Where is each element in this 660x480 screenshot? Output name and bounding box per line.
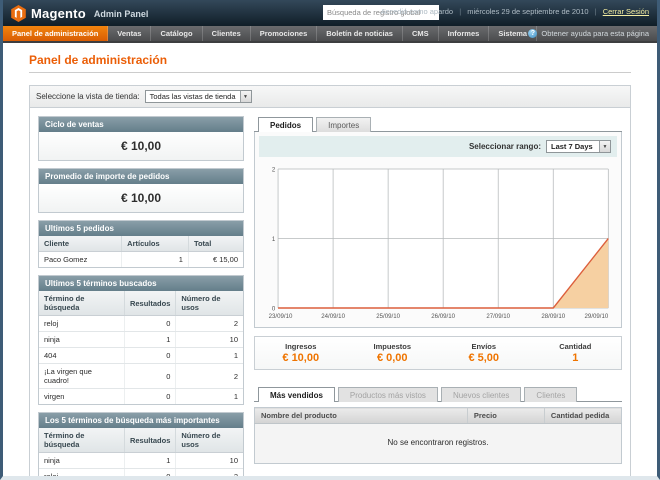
empty-grid-message: No se encontraron registros. xyxy=(255,424,622,464)
logged-in-as: Accedió como apardo xyxy=(381,7,454,16)
dashboard-sidebar: Ciclo de ventas € 10,00 Promedio de impo… xyxy=(38,116,244,480)
nav-item-newsletter[interactable]: Boletín de noticias xyxy=(317,26,403,41)
last-search-terms-block: Ultimos 5 términos buscados Término de b… xyxy=(38,275,244,405)
chevron-down-icon: ▼ xyxy=(599,141,610,152)
svg-text:26/09/10: 26/09/10 xyxy=(431,313,455,320)
tab-bestsellers[interactable]: Más vendidos xyxy=(258,387,335,402)
nav-item-promotions[interactable]: Promociones xyxy=(251,26,318,41)
totals-bar: Ingresos € 10,00 Impuestos € 0,00 Envíos… xyxy=(254,336,622,370)
table-row: ¡La virgen que cuadro! 0 2 xyxy=(39,364,243,389)
svg-text:2: 2 xyxy=(272,166,276,173)
svg-text:27/09/10: 27/09/10 xyxy=(486,313,510,320)
store-switcher-label: Seleccione la vista de tienda: xyxy=(36,92,140,101)
logo-subtitle: Admin Panel xyxy=(94,9,149,19)
column-header: Total xyxy=(188,236,243,252)
nav-item-catalog[interactable]: Catálogo xyxy=(151,26,202,41)
store-view-select[interactable]: Todas las vistas de tienda ▼ xyxy=(145,90,252,103)
lifetime-sales-value: € 10,00 xyxy=(39,132,243,160)
divider: | xyxy=(459,7,461,16)
chevron-down-icon: ▼ xyxy=(240,91,251,102)
stat-quantity: Cantidad 1 xyxy=(530,342,622,364)
table-row: Paco Gomez 1 € 15,00 xyxy=(39,252,243,268)
grid-tab-bar: Más vendidos Productos más vistos Nuevos… xyxy=(254,386,622,402)
average-orders-value: € 10,00 xyxy=(39,184,243,212)
column-header: Número de usos xyxy=(176,291,243,316)
magento-logo: Magento Admin Panel xyxy=(11,5,148,22)
dashboard-main: Pedidos Importes Seleccionar rango: Last… xyxy=(254,116,622,480)
last-search-terms-table: Término de búsqueda Resultados Número de… xyxy=(39,291,243,404)
column-header: Cantidad pedida xyxy=(544,408,621,424)
current-date: miércoles 29 de septiembre de 2010 xyxy=(467,7,588,16)
logo-text: Magento xyxy=(31,6,86,21)
dashboard-container: Seleccione la vista de tienda: Todas las… xyxy=(29,85,631,480)
svg-text:0: 0 xyxy=(272,305,276,312)
table-row: ninja 1 10 xyxy=(39,453,243,469)
top-header: Magento Admin Panel Accedió como apardo … xyxy=(3,0,657,26)
tab-amounts[interactable]: Importes xyxy=(316,117,371,132)
orders-chart-svg: 0 1 2 23/09/10 24/09/10 25/09/10 26/09/10 27/09… xyxy=(263,163,613,321)
chart-tab-bar: Pedidos Importes xyxy=(254,116,622,132)
stat-shipping: Envíos € 5,00 xyxy=(438,342,530,364)
bestsellers-grid: Nombre del producto Precio Cantidad pedi… xyxy=(254,407,622,464)
block-title: Los 5 términos de búsqueda más important… xyxy=(39,413,243,428)
store-switcher: Seleccione la vista de tienda: Todas las… xyxy=(30,86,630,108)
column-header: Término de búsqueda xyxy=(39,428,124,453)
top-search-terms-table: Término de búsqueda Resultados Número de… xyxy=(39,428,243,480)
block-title: Ciclo de ventas xyxy=(39,117,243,132)
svg-text:29/09/10: 29/09/10 xyxy=(585,313,609,320)
logout-link[interactable]: Cerrar Sesión xyxy=(603,7,649,16)
tab-new-customers[interactable]: Nuevos clientes xyxy=(441,387,521,402)
column-header: Resultados xyxy=(124,428,175,453)
svg-text:1: 1 xyxy=(272,236,276,243)
main-nav: Panel de administración Ventas Catálogo … xyxy=(3,26,657,43)
svg-text:28/09/10: 28/09/10 xyxy=(541,313,565,320)
magento-logo-icon xyxy=(11,5,26,22)
column-header: Número de usos xyxy=(176,428,243,453)
svg-text:25/09/10: 25/09/10 xyxy=(376,313,400,320)
average-orders-block: Promedio de importe de pedidos € 10,00 xyxy=(38,168,244,213)
tab-customers[interactable]: Clientes xyxy=(524,387,577,402)
column-header: Término de búsqueda xyxy=(39,291,124,316)
range-band: Seleccionar rango: Last 7 Days ▼ xyxy=(259,136,617,157)
column-header: Nombre del producto xyxy=(255,408,468,424)
block-title: Promedio de importe de pedidos xyxy=(39,169,243,184)
range-label: Seleccionar rango: xyxy=(469,142,541,151)
table-row: virgen 0 1 xyxy=(39,389,243,405)
page-title: Panel de administración xyxy=(29,53,631,73)
nav-item-dashboard[interactable]: Panel de administración xyxy=(3,26,108,41)
nav-item-sales[interactable]: Ventas xyxy=(108,26,151,41)
table-row: ninja 1 10 xyxy=(39,332,243,348)
column-header: Cliente xyxy=(39,236,122,252)
nav-item-reports[interactable]: Informes xyxy=(439,26,490,41)
tab-most-viewed[interactable]: Productos más vistos xyxy=(338,387,438,402)
stat-tax: Impuestos € 0,00 xyxy=(347,342,439,364)
nav-item-cms[interactable]: CMS xyxy=(403,26,439,41)
stat-revenue: Ingresos € 10,00 xyxy=(255,342,347,364)
help-icon: ? xyxy=(528,29,537,38)
top-search-terms-block: Los 5 términos de búsqueda más important… xyxy=(38,412,244,480)
orders-chart: 0 1 2 23/09/10 24/09/10 25/09/10 26/09/10 27/09… xyxy=(259,157,617,323)
chart-panel: Seleccionar rango: Last 7 Days ▼ 0 1 2 23/0… xyxy=(254,132,622,328)
table-row: reloj 0 2 xyxy=(39,469,243,480)
user-info: Accedió como apardo | miércoles 29 de se… xyxy=(381,7,649,16)
tab-orders[interactable]: Pedidos xyxy=(258,117,313,132)
help-label: Obtener ayuda para esta página xyxy=(541,29,649,38)
last-orders-table: Cliente Artículos Total Paco Gomez 1 € 1… xyxy=(39,236,243,267)
column-header: Resultados xyxy=(124,291,175,316)
divider: | xyxy=(595,7,597,16)
column-header: Artículos xyxy=(122,236,189,252)
table-row: reloj 0 2 xyxy=(39,316,243,332)
lifetime-sales-block: Ciclo de ventas € 10,00 xyxy=(38,116,244,161)
svg-text:23/09/10: 23/09/10 xyxy=(269,313,293,320)
block-title: Ultimos 5 pedidos xyxy=(39,221,243,236)
admin-window: Magento Admin Panel Accedió como apardo … xyxy=(0,0,660,480)
nav-item-customers[interactable]: Clientes xyxy=(203,26,251,41)
help-link[interactable]: ? Obtener ayuda para esta página xyxy=(528,26,649,41)
last-orders-block: Ultimos 5 pedidos Cliente Artículos Tota… xyxy=(38,220,244,268)
block-title: Ultimos 5 términos buscados xyxy=(39,276,243,291)
svg-text:24/09/10: 24/09/10 xyxy=(321,313,345,320)
table-row: 404 0 1 xyxy=(39,348,243,364)
range-select[interactable]: Last 7 Days ▼ xyxy=(546,140,611,153)
column-header: Precio xyxy=(467,408,544,424)
